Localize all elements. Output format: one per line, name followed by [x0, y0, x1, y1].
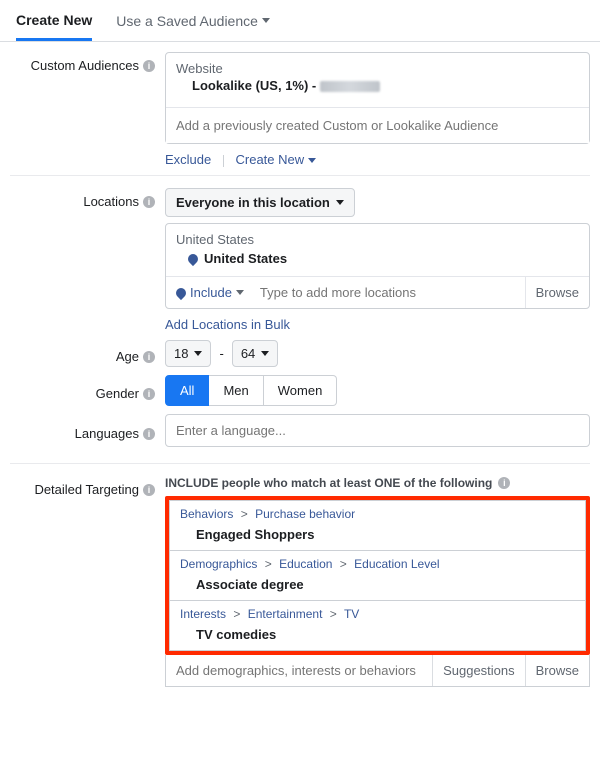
- caret-down-icon: [336, 200, 344, 205]
- gender-men-button[interactable]: Men: [209, 375, 263, 406]
- targeting-value: Associate degree: [180, 571, 575, 598]
- location-item-label: United States: [204, 251, 287, 266]
- audience-source-label: Website: [176, 61, 579, 76]
- targeting-item[interactable]: Interests > Entertainment > TV TV comedi…: [169, 601, 586, 651]
- age-max-value: 64: [241, 346, 255, 361]
- breadcrumb-sep: >: [233, 607, 240, 621]
- tab-saved-audience-label: Use a Saved Audience: [116, 13, 258, 29]
- include-heading: INCLUDE people who match at least ONE of…: [165, 476, 492, 490]
- detailed-targeting-label: Detailed Targeting: [34, 482, 139, 497]
- info-icon[interactable]: i: [143, 60, 155, 72]
- age-label: Age: [116, 349, 139, 364]
- custom-audiences-label: Custom Audiences: [31, 58, 139, 73]
- browse-targeting-button[interactable]: Browse: [525, 655, 589, 686]
- locations-box: United States United States Include Brow…: [165, 223, 590, 309]
- browse-locations-button[interactable]: Browse: [525, 277, 589, 308]
- info-icon[interactable]: i: [143, 196, 155, 208]
- include-select[interactable]: Include: [166, 277, 254, 308]
- create-new-link[interactable]: Create New: [236, 152, 317, 167]
- targeting-value: TV comedies: [180, 621, 575, 648]
- add-audience-input[interactable]: [166, 107, 589, 143]
- languages-input[interactable]: [165, 414, 590, 447]
- gender-toggle-group: All Men Women: [165, 375, 590, 406]
- audience-item[interactable]: Lookalike (US, 1%) -: [176, 76, 579, 99]
- info-icon[interactable]: i: [143, 388, 155, 400]
- breadcrumb-link[interactable]: Interests: [180, 607, 226, 621]
- breadcrumb-sep: >: [265, 557, 272, 571]
- tab-create-new[interactable]: Create New: [16, 0, 92, 41]
- add-locations-bulk-link[interactable]: Add Locations in Bulk: [165, 317, 290, 332]
- location-region-header: United States: [176, 232, 579, 247]
- pin-icon: [186, 251, 200, 265]
- targeting-item[interactable]: Demographics > Education > Education Lev…: [169, 551, 586, 601]
- include-label: Include: [190, 285, 232, 300]
- targeting-item[interactable]: Behaviors > Purchase behavior Engaged Sh…: [169, 500, 586, 551]
- exclude-link[interactable]: Exclude: [165, 152, 211, 167]
- pin-icon: [174, 285, 188, 299]
- audience-item-prefix: Lookalike (US, 1%) -: [192, 78, 320, 93]
- location-scope-select[interactable]: Everyone in this location: [165, 188, 355, 217]
- breadcrumb-link[interactable]: Education Level: [354, 557, 439, 571]
- breadcrumb-link[interactable]: Education: [279, 557, 332, 571]
- gender-label: Gender: [96, 386, 139, 401]
- caret-down-icon: [262, 18, 270, 23]
- breadcrumb-link[interactable]: TV: [344, 607, 359, 621]
- breadcrumb-sep: >: [241, 507, 248, 521]
- breadcrumb-link[interactable]: Entertainment: [248, 607, 323, 621]
- info-icon[interactable]: i: [498, 477, 510, 489]
- age-min-select[interactable]: 18: [165, 340, 211, 367]
- custom-audiences-box: Website Lookalike (US, 1%) -: [165, 52, 590, 144]
- suggestions-button[interactable]: Suggestions: [432, 655, 525, 686]
- breadcrumb-sep: >: [340, 557, 347, 571]
- info-icon[interactable]: i: [143, 484, 155, 496]
- age-separator: -: [219, 346, 223, 361]
- gender-women-button[interactable]: Women: [264, 375, 338, 406]
- separator: [223, 155, 224, 167]
- languages-label: Languages: [75, 426, 139, 441]
- location-input[interactable]: [254, 277, 525, 308]
- location-item[interactable]: United States: [176, 247, 579, 274]
- targeting-value: Engaged Shoppers: [180, 521, 575, 548]
- caret-down-icon: [194, 351, 202, 356]
- gender-all-button[interactable]: All: [165, 375, 209, 406]
- highlighted-targeting-box: Behaviors > Purchase behavior Engaged Sh…: [165, 496, 590, 655]
- caret-down-icon: [261, 351, 269, 356]
- breadcrumb-sep: >: [330, 607, 337, 621]
- breadcrumb-link[interactable]: Behaviors: [180, 507, 233, 521]
- breadcrumb-link[interactable]: Demographics: [180, 557, 257, 571]
- tab-saved-audience[interactable]: Use a Saved Audience: [116, 13, 270, 29]
- breadcrumb-link[interactable]: Purchase behavior: [255, 507, 355, 521]
- age-min-value: 18: [174, 346, 188, 361]
- info-icon[interactable]: i: [143, 351, 155, 363]
- info-icon[interactable]: i: [143, 428, 155, 440]
- add-targeting-input[interactable]: [166, 655, 432, 686]
- redacted-text: [320, 81, 380, 92]
- locations-label: Locations: [83, 194, 139, 209]
- location-scope-label: Everyone in this location: [176, 195, 330, 210]
- caret-down-icon: [236, 290, 244, 295]
- age-max-select[interactable]: 64: [232, 340, 278, 367]
